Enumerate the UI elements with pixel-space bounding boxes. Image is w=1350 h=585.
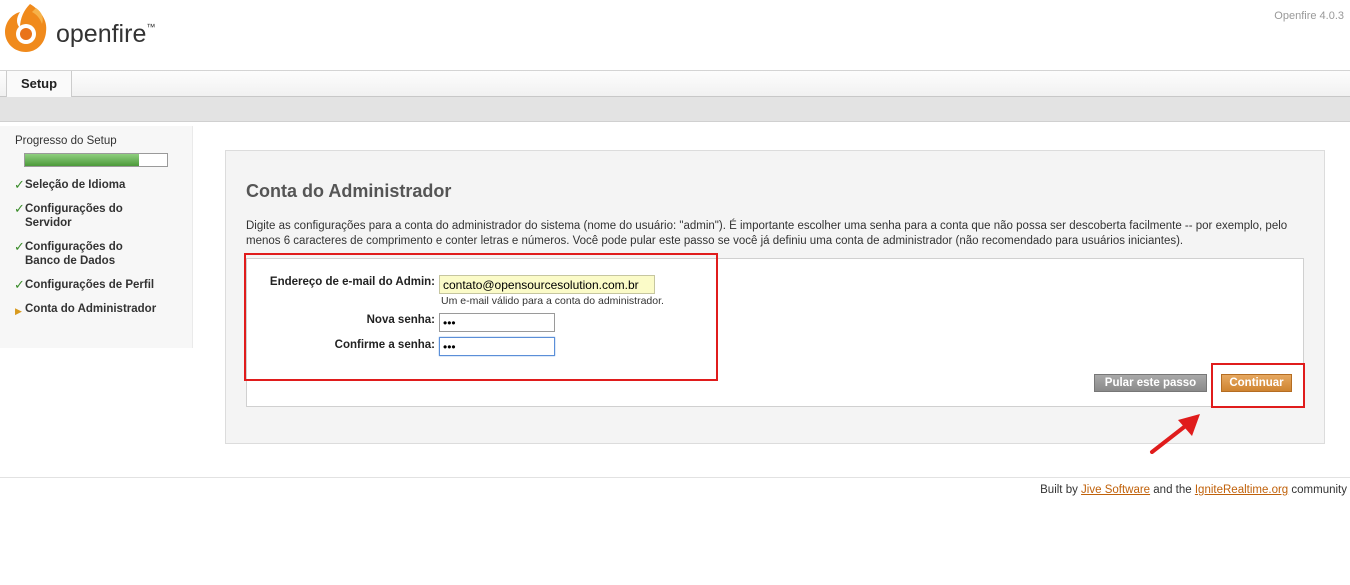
annotation-box-continue bbox=[1211, 363, 1305, 408]
sidebar-step-database: ✓ Configurações do Banco de Dados bbox=[14, 239, 123, 268]
current-step-arrow-icon: ▶ bbox=[15, 306, 22, 316]
tab-bar: Setup bbox=[0, 70, 1350, 97]
footer: Built by Jive Software and the IgniteRea… bbox=[1040, 484, 1347, 496]
footer-divider bbox=[0, 477, 1350, 478]
sidebar: Progresso do Setup ✓ Seleção de Idioma ✓… bbox=[0, 126, 193, 348]
annotation-arrow-icon bbox=[1150, 414, 1200, 454]
page-description: Digite as configurações para a conta do … bbox=[246, 220, 1288, 247]
ignite-realtime-link[interactable]: IgniteRealtime.org bbox=[1195, 484, 1288, 496]
skip-step-button[interactable]: Pular este passo bbox=[1094, 374, 1207, 392]
jive-software-link[interactable]: Jive Software bbox=[1081, 484, 1150, 496]
sidebar-step-server: ✓ Configurações do Servidor bbox=[14, 201, 123, 230]
version-label: Openfire 4.0.3 bbox=[1274, 10, 1344, 22]
header: openfire™ Openfire 4.0.3 bbox=[0, 0, 1350, 70]
sidebar-step-admin-account: ▶ Conta do Administrador bbox=[15, 303, 157, 316]
checkmark-icon: ✓ bbox=[14, 201, 25, 216]
progress-bar bbox=[24, 153, 168, 167]
logo-text: openfire™ bbox=[56, 20, 156, 48]
checkmark-icon: ✓ bbox=[14, 239, 25, 254]
progress-label: Progresso do Setup bbox=[15, 135, 117, 147]
checkmark-icon: ✓ bbox=[14, 277, 25, 292]
tab-setup[interactable]: Setup bbox=[6, 71, 72, 97]
annotation-box-form bbox=[244, 253, 718, 381]
checkmark-icon: ✓ bbox=[14, 177, 25, 192]
sidebar-step-profile: ✓ Configurações de Perfil bbox=[14, 277, 155, 292]
sub-tab-bar bbox=[0, 97, 1350, 122]
progress-bar-fill bbox=[25, 154, 139, 166]
page-title: Conta do Administrador bbox=[246, 181, 452, 201]
openfire-logo-icon bbox=[5, 4, 47, 52]
sidebar-step-language: ✓ Seleção de Idioma bbox=[14, 177, 126, 192]
